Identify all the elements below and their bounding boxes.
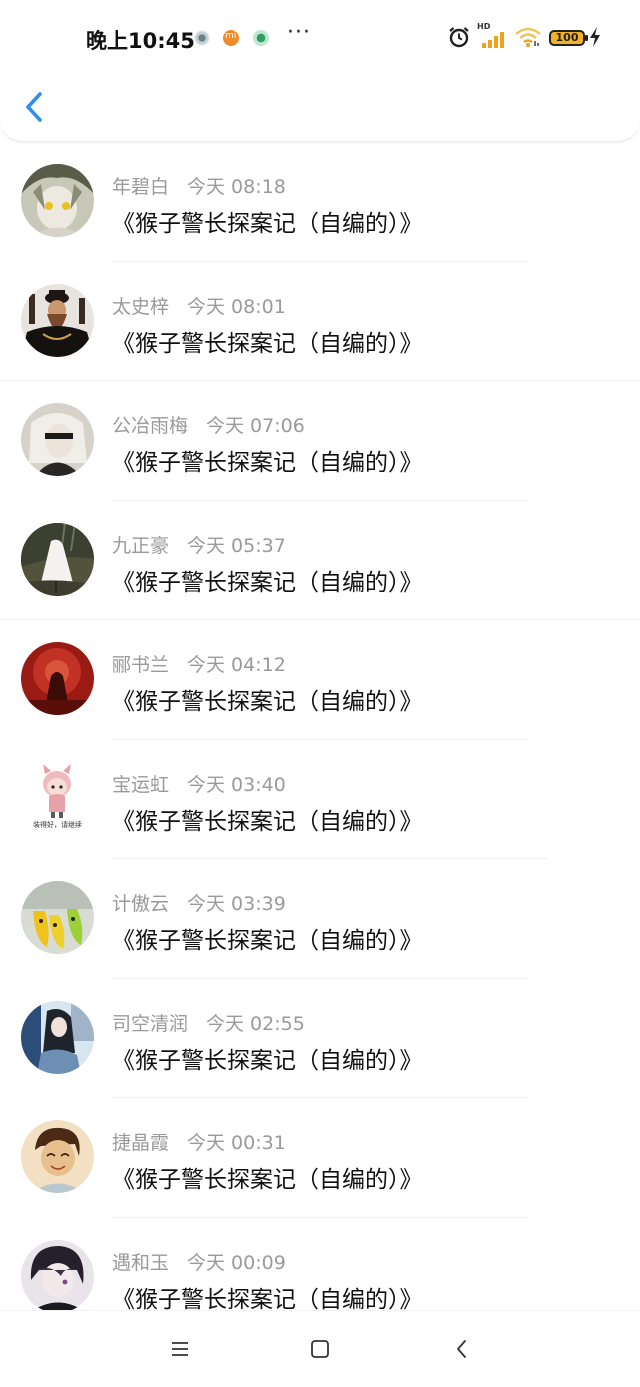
- timestamp: 今天 03:40: [187, 773, 286, 796]
- author-name[interactable]: 公冶雨梅: [112, 415, 188, 437]
- wifi-icon: [515, 27, 541, 47]
- timestamp: 今天 02:55: [206, 1012, 305, 1035]
- author-name[interactable]: 九正豪: [112, 535, 169, 557]
- back-button[interactable]: [20, 88, 50, 126]
- author-name[interactable]: 捷晶霞: [112, 1132, 169, 1154]
- author-name[interactable]: 遇和玉: [112, 1252, 169, 1274]
- item-meta: 九正豪 今天 05:37: [112, 531, 286, 558]
- author-name[interactable]: 计傲云: [112, 893, 169, 915]
- item-meta: 宝运虹 今天 03:40: [112, 770, 286, 797]
- avatar[interactable]: [21, 1000, 94, 1074]
- mi-icon: [223, 30, 239, 46]
- avatar[interactable]: [21, 283, 94, 357]
- top-header: 晚上10:45 ··· HD 100: [0, 0, 640, 142]
- avatar[interactable]: [21, 1239, 94, 1313]
- app-icon: [253, 30, 269, 46]
- system-nav-bar: [0, 1310, 640, 1387]
- item-title[interactable]: 《猴子警长探案记（自编的）》: [112, 204, 423, 238]
- timestamp: 今天 07:06: [206, 415, 305, 437]
- battery-level: 100: [555, 31, 579, 44]
- notification-icon: [194, 30, 210, 46]
- charging-icon: [590, 27, 600, 47]
- status-time: 晚上10:45: [86, 29, 195, 53]
- home-icon[interactable]: [308, 1337, 332, 1361]
- list-item[interactable]: 郦书兰 今天 04:12 《猴子警长探案记（自编的）》: [0, 620, 640, 740]
- item-meta: 太史梓 今天 08:01: [112, 292, 286, 319]
- list-item[interactable]: 太史梓 今天 08:01 《猴子警长探案记（自编的）》: [0, 262, 640, 381]
- avatar-caption: 装得好，请继续: [33, 820, 82, 829]
- author-name[interactable]: 年碧白: [112, 176, 169, 198]
- list-item[interactable]: 计傲云 今天 03:39 《猴子警长探案记（自编的）》: [0, 859, 640, 979]
- item-meta: 司空清润 今天 02:55: [112, 1009, 305, 1036]
- item-meta: 捷晶霞 今天 00:31: [112, 1128, 286, 1155]
- avatar[interactable]: [21, 881, 94, 954]
- status-bar: 晚上10:45 ··· HD 100: [0, 18, 640, 58]
- list-item[interactable]: 司空清润 今天 02:55 《猴子警长探案记（自编的）》: [0, 979, 640, 1098]
- item-title[interactable]: 《猴子警长探案记（自编的）》: [112, 443, 423, 477]
- author-name[interactable]: 太史梓: [112, 296, 169, 318]
- avatar[interactable]: [21, 522, 94, 596]
- avatar[interactable]: 装得好，请继续: [21, 761, 94, 835]
- item-meta: 遇和玉 今天 00:09: [112, 1248, 286, 1275]
- item-title[interactable]: 《猴子警长探案记（自编的）》: [112, 1280, 423, 1314]
- list-item[interactable]: 装得好，请继续 宝运虹 今天 03:40 《猴子警长探案记（自编的）》: [0, 740, 640, 859]
- timestamp: 今天 05:37: [187, 534, 286, 557]
- item-meta: 年碧白 今天 08:18: [112, 172, 286, 199]
- author-name[interactable]: 郦书兰: [112, 654, 169, 676]
- more-icon: ···: [287, 20, 311, 45]
- author-name[interactable]: 宝运虹: [112, 774, 169, 796]
- item-meta: 计傲云 今天 03:39: [112, 889, 286, 916]
- item-title[interactable]: 《猴子警长探案记（自编的）》: [112, 563, 423, 597]
- menu-icon[interactable]: [168, 1337, 192, 1361]
- timestamp: 今天 00:09: [187, 1251, 286, 1274]
- comment-list: 年碧白 今天 08:18 《猴子警长探案记（自编的）》 太史梓 今天 08:01 《…: [0, 142, 640, 1337]
- signal-icon: HD: [477, 22, 505, 48]
- item-title[interactable]: 《猴子警长探案记（自编的）》: [112, 682, 423, 716]
- avatar[interactable]: [21, 164, 94, 237]
- item-title[interactable]: 《猴子警长探案记（自编的）》: [112, 1041, 423, 1075]
- list-item[interactable]: 九正豪 今天 05:37 《猴子警长探案记（自编的）》: [0, 501, 640, 620]
- item-title[interactable]: 《猴子警长探案记（自编的）》: [112, 1160, 423, 1194]
- item-title[interactable]: 《猴子警长探案记（自编的）》: [112, 802, 423, 836]
- avatar[interactable]: [21, 642, 94, 715]
- item-meta: 郦书兰 今天 04:12: [112, 650, 286, 677]
- avatar[interactable]: [21, 403, 94, 476]
- timestamp: 今天 08:18: [187, 176, 286, 198]
- avatar[interactable]: [21, 1120, 94, 1193]
- chevron-left-icon: [26, 92, 42, 122]
- timestamp: 今天 08:01: [187, 295, 286, 318]
- author-name[interactable]: 司空清润: [112, 1013, 188, 1035]
- list-item[interactable]: 公冶雨梅 今天 07:06 《猴子警长探案记（自编的）》: [0, 381, 640, 501]
- alarm-icon: [449, 27, 469, 48]
- item-title[interactable]: 《猴子警长探案记（自编的）》: [112, 324, 423, 358]
- timestamp: 今天 04:12: [187, 654, 286, 676]
- item-meta: 公冶雨梅 今天 07:06: [112, 411, 305, 438]
- item-title[interactable]: 《猴子警长探案记（自编的）》: [112, 921, 423, 955]
- back-icon[interactable]: [450, 1337, 474, 1361]
- timestamp: 今天 03:39: [187, 893, 286, 915]
- list-item[interactable]: 年碧白 今天 08:18 《猴子警长探案记（自编的）》: [0, 142, 640, 262]
- timestamp: 今天 00:31: [187, 1132, 286, 1154]
- battery-icon: 100: [549, 30, 588, 46]
- list-item[interactable]: 捷晶霞 今天 00:31 《猴子警长探案记（自编的）》: [0, 1098, 640, 1218]
- hd-label: HD: [477, 22, 491, 31]
